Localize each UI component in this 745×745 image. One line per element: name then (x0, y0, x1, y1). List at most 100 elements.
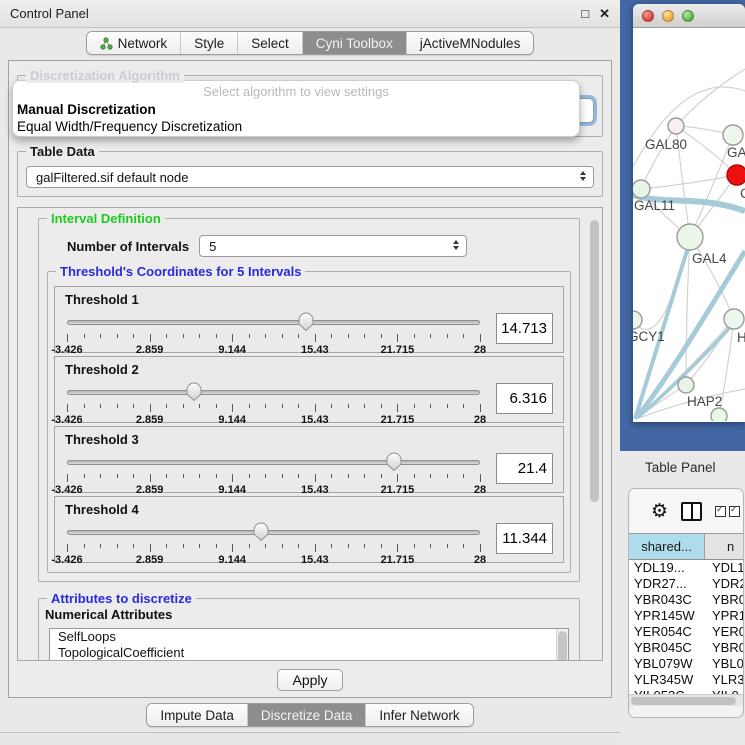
attribute-list-item[interactable]: SelfLoops (50, 629, 568, 645)
checkbox-icon[interactable] (715, 506, 726, 517)
threshold-value-field[interactable]: 21.4 (496, 453, 553, 484)
list-scrollbar[interactable] (556, 629, 568, 661)
vertical-scrollbar-thumb[interactable] (590, 220, 599, 502)
threshold-slider-4[interactable]: -3.4262.8599.14415.4321.71528 (65, 519, 482, 571)
tab-discretize-data[interactable]: Discretize Data (248, 704, 367, 726)
attributes-group: Attributes to discretize Numerical Attri… (38, 598, 580, 661)
tick-mark (447, 474, 448, 478)
checkbox-icon[interactable] (729, 506, 740, 517)
network-view-window: GAL80GACGAL11GAL4GCY1HHAP2 (633, 4, 745, 422)
bottom-tab-bar: Impute Data Discretize Data Infer Networ… (0, 703, 620, 727)
column-header-shared-name[interactable]: shared... (629, 534, 705, 559)
table-row[interactable]: YBR045CYBR0 (629, 640, 743, 656)
table-panel-window: ⚙ shared... n YDL19...YDL1YDR27...YDR2YB… (628, 488, 744, 718)
table-data-combobox[interactable]: galFiltered.sif default node (26, 166, 594, 188)
attribute-list-item[interactable]: TopologicalCoefficient (50, 645, 568, 661)
slider-handle[interactable] (297, 312, 314, 332)
tick-mark (331, 334, 332, 338)
table-data-title: Table Data (26, 144, 99, 159)
node-node-h[interactable] (724, 309, 744, 329)
tick-mark (232, 544, 233, 552)
cell-name: YLR3 (705, 672, 743, 688)
tick-mark (298, 404, 299, 408)
tick-mark (216, 544, 217, 548)
node-GAL4[interactable] (677, 224, 703, 250)
option-equal-width-frequency[interactable]: Equal Width/Frequency Discretization (13, 118, 579, 135)
table-row[interactable]: YDR27...YDR2 (629, 576, 743, 592)
threshold-slider-1[interactable]: -3.4262.8599.14415.4321.71528 (65, 309, 482, 361)
scale-label: 15.43 (301, 484, 329, 496)
horizontal-scrollbar[interactable] (629, 694, 743, 706)
horizontal-scrollbar-thumb[interactable] (631, 697, 736, 705)
zoom-green-icon[interactable] (682, 10, 694, 22)
table-row[interactable]: YPR145WYPR1 (629, 608, 743, 624)
threshold-slider-3[interactable]: -3.4262.8599.14415.4321.71528 (65, 449, 482, 501)
threshold-slider-2[interactable]: -3.4262.8599.14415.4321.71528 (65, 379, 482, 431)
tick-mark (282, 404, 283, 408)
scale-label: 21.715 (381, 484, 415, 496)
columns-icon[interactable] (681, 502, 702, 521)
close-icon[interactable]: ✕ (599, 7, 610, 20)
network-canvas[interactable]: GAL80GACGAL11GAL4GCY1HHAP2 (633, 28, 745, 421)
threshold-value-field[interactable]: 14.713 (496, 313, 553, 344)
list-scrollbar-thumb[interactable] (558, 631, 567, 661)
tab-network[interactable]: Network (87, 32, 182, 54)
tick-mark (183, 474, 184, 478)
table-row[interactable]: YDL19...YDL1 (629, 560, 743, 576)
cell-shared-name: YBR045C (629, 640, 705, 656)
network-graph: GAL80GACGAL11GAL4GCY1HHAP2 (633, 28, 745, 421)
node-label-GCY1: GCY1 (633, 329, 665, 344)
tab-jactivemnodules[interactable]: jActiveMNodules (407, 32, 534, 54)
tick-mark (282, 474, 283, 478)
tab-cyni-toolbox[interactable]: Cyni Toolbox (303, 32, 407, 54)
scale-label: 2.859 (136, 344, 164, 356)
threshold-value-field[interactable]: 6.316 (496, 383, 553, 414)
node-node-bottom[interactable] (711, 408, 727, 421)
desktop-background: GAL80GACGAL11GAL4GCY1HHAP2 (620, 0, 745, 451)
tab-infer-network[interactable]: Infer Network (366, 704, 472, 726)
scale-label: 9.144 (218, 484, 246, 496)
tab-style[interactable]: Style (181, 32, 238, 54)
node-label-GAL80: GAL80 (645, 137, 687, 152)
tick-mark (166, 404, 167, 408)
node-HAP2[interactable] (678, 377, 694, 393)
right-panel: GAL80GACGAL11GAL4GCY1HHAP2 Table Panel ⚙… (620, 0, 745, 745)
node-GAL11[interactable] (633, 180, 650, 198)
tick-mark (150, 474, 151, 482)
apply-button[interactable]: Apply (277, 669, 342, 691)
tick-mark (100, 544, 101, 548)
option-manual-discretization[interactable]: Manual Discretization (13, 101, 579, 118)
table-row[interactable]: YBR043CYBR0 (629, 592, 743, 608)
threshold-panel-2: Threshold 2-3.4262.8599.14415.4321.71528… (54, 356, 564, 423)
float-window-icon[interactable]: □ (581, 7, 589, 20)
node-node-top-right[interactable] (723, 125, 743, 145)
threshold-value-field[interactable]: 11.344 (496, 523, 553, 554)
table-row[interactable]: YER054CYER0 (629, 624, 743, 640)
slider-handle[interactable] (252, 522, 269, 542)
number-of-intervals-combobox[interactable]: 5 (199, 235, 467, 257)
discretization-algorithm-title: Discretization Algorithm (26, 68, 184, 83)
minimize-yellow-icon[interactable] (662, 10, 674, 22)
node-GCY1[interactable] (633, 311, 642, 329)
table-row[interactable]: YLR345WYLR3 (629, 672, 743, 688)
scale-label: 21.715 (381, 554, 415, 566)
table-row[interactable]: YBL079WYBL0 (629, 656, 743, 672)
slider-handle[interactable] (386, 452, 403, 472)
network-window-titlebar[interactable] (633, 4, 745, 28)
node-GAL80[interactable] (668, 118, 684, 134)
table-rows: YDL19...YDL1YDR27...YDR2YBR043CYBR0YPR14… (629, 560, 743, 694)
close-red-icon[interactable] (642, 10, 654, 22)
gear-icon[interactable]: ⚙ (651, 502, 668, 521)
tab-impute-data[interactable]: Impute Data (147, 704, 248, 726)
tick-mark (430, 474, 431, 478)
scale-label: 15.43 (301, 344, 329, 356)
table-data-combobox-value: galFiltered.sif default node (36, 170, 188, 185)
panel-title: Control Panel (10, 6, 89, 21)
slider-handle[interactable] (186, 382, 203, 402)
tick-mark (199, 474, 200, 478)
tick-mark (414, 404, 415, 408)
node-node-red[interactable] (727, 165, 745, 185)
column-header-name[interactable]: n (705, 534, 743, 559)
tab-select[interactable]: Select (238, 32, 303, 54)
numerical-attributes-list[interactable]: SelfLoopsTopologicalCoefficientBetweenne… (49, 628, 569, 661)
